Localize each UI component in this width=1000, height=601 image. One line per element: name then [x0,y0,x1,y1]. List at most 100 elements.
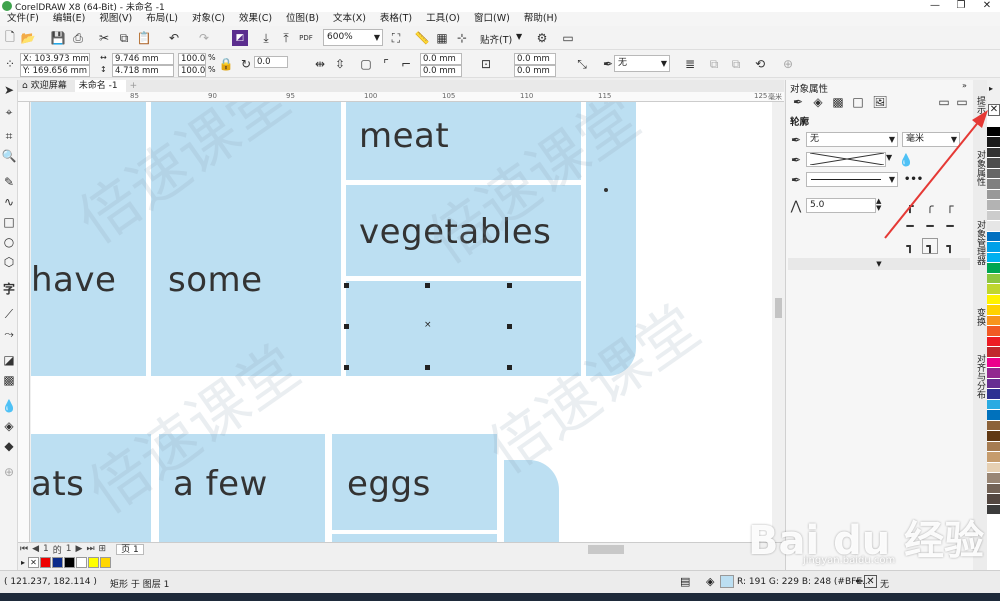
color-swatch[interactable] [987,462,1000,473]
color-swatch[interactable] [987,294,1000,305]
vertical-scrollbar[interactable] [772,102,784,542]
color-swatch[interactable] [987,305,1000,316]
minimize-button[interactable]: — [922,0,948,12]
artistic-media-icon[interactable]: ∿ [1,194,17,210]
crop-tool-icon[interactable]: ⌗ [1,128,17,144]
vertical-scroll-thumb[interactable] [775,298,782,318]
color-proof-icon[interactable]: ▤ [680,575,690,588]
to-back-icon[interactable]: ⧉ [728,56,744,72]
color-swatch[interactable] [987,378,1000,389]
object-origin-icon[interactable]: ⁘ [2,56,18,72]
fill-tab-icon[interactable]: ◈ [810,94,826,110]
show-grid-icon[interactable]: ▦ [434,30,450,46]
cut-icon[interactable]: ✂ [96,30,112,46]
smart-fill-icon[interactable]: ◆ [1,438,17,454]
selected-rectangle[interactable] [346,281,581,376]
menu-layout[interactable]: 布局(L) [139,12,185,26]
x-position-field[interactable]: X: 103.973 mm [20,53,90,65]
color-swatch[interactable] [987,347,1000,358]
snap-to-menu[interactable]: 贴齐(T) [480,32,512,46]
color-swatch[interactable] [987,473,1000,484]
zoom-tool-icon[interactable]: 🔍 [1,148,17,164]
color-swatch[interactable] [987,315,1000,326]
color-swatch[interactable] [987,452,1000,463]
palette-scroll-up-icon[interactable]: ▸ [989,84,993,93]
color-swatch[interactable] [987,504,1000,515]
color-swatch[interactable] [987,399,1000,410]
menu-table[interactable]: 表格(T) [373,12,419,26]
undo-icon[interactable]: ↶ [166,30,182,46]
rectangle-tool-icon[interactable]: □ [1,214,17,230]
chamfered-corner-icon[interactable]: ⌐ [398,56,414,72]
height-field[interactable]: 4.718 mm [112,65,174,77]
color-swatch[interactable] [987,441,1000,452]
outline-width-select[interactable]: 无 ▼ [614,55,670,72]
color-swatch[interactable] [987,410,1000,421]
eyedropper-icon[interactable]: 💧 [1,398,17,414]
color-swatch[interactable] [100,556,112,568]
selection-handle[interactable] [425,283,430,288]
menu-text[interactable]: 文本(X) [326,12,373,26]
corner-radius-bottom-right[interactable]: 0.0 mm [514,65,556,77]
scale-height-field[interactable]: 100.0 [178,65,206,77]
open-icon[interactable]: 📂 [20,30,36,46]
mirror-vertical-icon[interactable]: ⇳ [332,56,348,72]
corner-radius-top-left[interactable]: 0.0 mm [420,53,462,65]
round-corner-icon[interactable]: ▢ [358,56,374,72]
ellipse-tool-icon[interactable]: ○ [1,234,17,250]
transparency-icon[interactable]: ▩ [1,372,17,388]
connector-tool-icon[interactable]: ⤳ [1,326,17,342]
rotation-angle-field[interactable]: 0.0 [254,56,288,68]
mirror-horizontal-icon[interactable]: ⇹ [312,56,328,72]
wrap-text-icon[interactable]: ≣ [682,56,698,72]
import-icon[interactable]: ⤓ [258,30,274,46]
interactive-fill-icon[interactable]: ◈ [1,418,17,434]
color-swatch[interactable] [987,494,1000,505]
color-swatch[interactable] [76,556,88,568]
color-swatch[interactable] [987,263,1000,274]
expand-section-button[interactable]: ▼ [788,258,970,270]
outline-none-swatch[interactable]: ✕ [864,575,877,588]
color-swatch[interactable] [987,483,1000,494]
palette-menu-icon[interactable]: ▸ [21,558,25,567]
tab-transform[interactable]: 变换 [973,308,987,326]
scalloped-corner-icon[interactable]: ⌜ [378,56,394,72]
color-swatch[interactable] [40,556,52,568]
page-tab[interactable]: 页 1 [116,543,144,555]
menu-window[interactable]: 窗口(W) [467,12,517,26]
vertical-ruler[interactable] [18,102,30,542]
lock-corners-icon[interactable]: ⊡ [478,56,494,72]
color-swatch[interactable] [52,556,64,568]
color-swatch[interactable] [987,284,1000,295]
next-page-icon[interactable]: ▶ [74,544,85,554]
tab-align-distribute[interactable]: 对齐与分布 [973,354,987,399]
freehand-tool-icon[interactable]: ✎ [1,174,17,190]
paste-icon[interactable]: 📋 [136,30,152,46]
color-swatch[interactable] [987,336,1000,347]
horizontal-scroll-thumb[interactable] [588,545,624,554]
selection-handle[interactable] [344,365,349,370]
menu-tools[interactable]: 工具(O) [419,12,467,26]
maximize-button[interactable]: ❐ [948,0,974,12]
color-swatch[interactable] [987,431,1000,442]
menu-effects[interactable]: 效果(C) [232,12,279,26]
outline-tab-icon[interactable]: ✒ [790,94,806,110]
show-guidelines-icon[interactable]: ⊹ [454,30,470,46]
transparency-tab-icon[interactable]: ▩ [830,94,846,110]
drop-shadow-icon[interactable]: ◪ [1,352,17,368]
publish-pdf-icon[interactable]: PDF [298,30,314,46]
y-position-field[interactable]: Y: 169.656 mm [20,65,90,77]
redo-icon[interactable]: ↷ [196,30,212,46]
options-gear-icon[interactable]: ⚙ [534,30,550,46]
corner-radius-top-right[interactable]: 0.0 mm [514,53,556,65]
drawing-canvas[interactable]: meat vegetables have some ats a few eggs… [31,102,784,542]
first-page-icon[interactable]: ⏮ [18,544,30,554]
convert-to-curves-icon[interactable]: ⟲ [752,56,768,72]
horizontal-ruler[interactable]: 85 90 95 100 105 110 115 125 毫米 [18,92,784,102]
application-launcher-icon[interactable]: ▭ [560,30,576,46]
pick-tool-icon[interactable]: ➤ [1,82,17,98]
search-content-icon[interactable]: ◩ [232,30,248,46]
color-swatch[interactable] [88,556,100,568]
tab-welcome-screen[interactable]: ⌂ 欢迎屏幕 [18,80,75,92]
full-screen-icon[interactable]: ⛶ [388,30,404,46]
